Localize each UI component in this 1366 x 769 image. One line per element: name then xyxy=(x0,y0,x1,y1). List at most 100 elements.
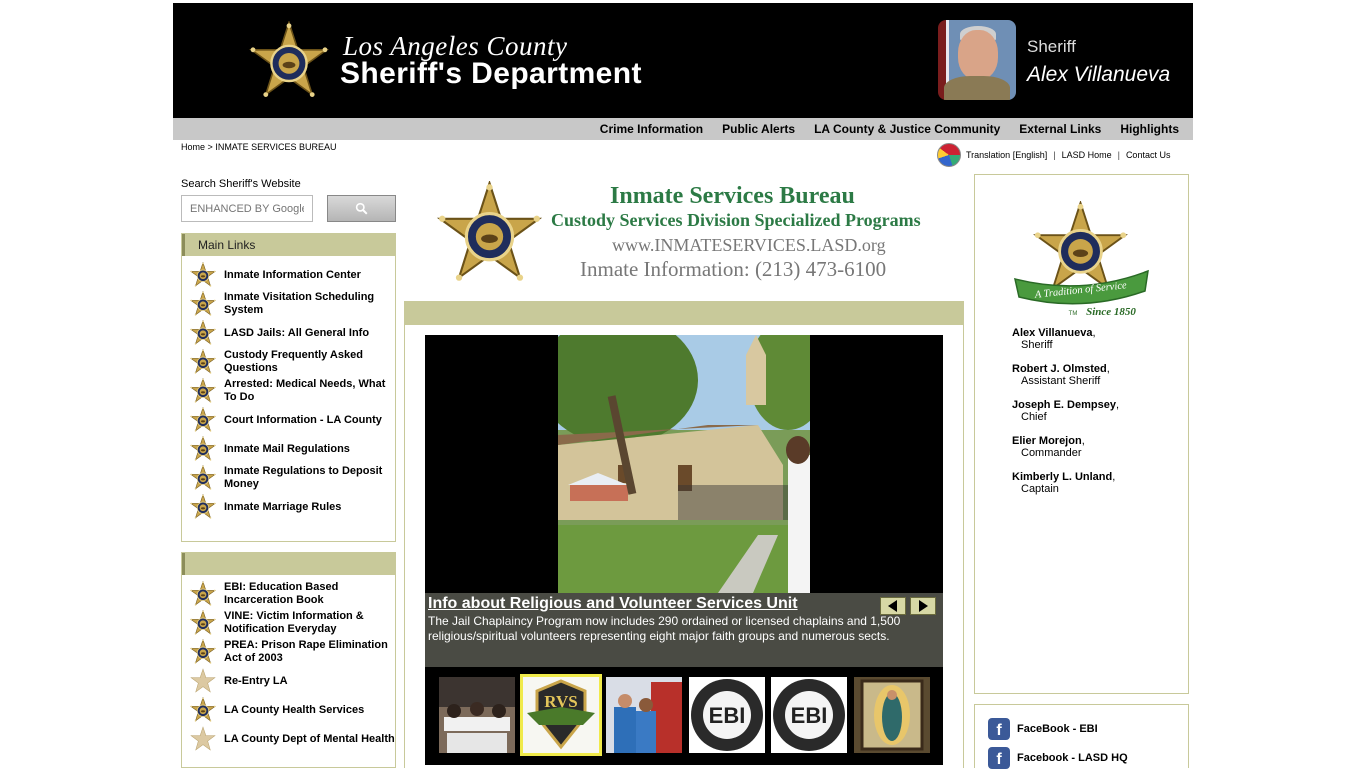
main-link-item[interactable]: LASD Jails: All General Info xyxy=(190,320,395,346)
more-links-box: EBI: Education Based Incarceration Book … xyxy=(181,552,396,768)
leader-entry: Kimberly L. Unland, Captain xyxy=(1012,471,1119,495)
main-link-label[interactable]: Custody Frequently Asked Questions xyxy=(224,349,395,375)
leader-title: Commander xyxy=(1021,447,1082,459)
slide-caption-title[interactable]: Info about Religious and Volunteer Servi… xyxy=(428,595,798,613)
slide-caption-text: The Jail Chaplaincy Program now includes… xyxy=(428,614,901,643)
more-link-label[interactable]: Re-Entry LA xyxy=(224,675,288,688)
main-link-label[interactable]: Inmate Mail Regulations xyxy=(224,443,350,456)
more-link-item[interactable]: Re-Entry LA xyxy=(190,668,395,694)
facebook-icon: f xyxy=(988,718,1010,740)
utility-separator: | xyxy=(1117,150,1120,160)
sheriff-name: Alex Villanueva xyxy=(1027,63,1171,86)
more-link-item[interactable]: PREA: Prison Rape Elimination Act of 200… xyxy=(190,639,395,665)
main-link-item[interactable]: Court Information - LA County xyxy=(190,407,395,433)
more-links-header xyxy=(182,553,395,575)
sheriff-badge-icon xyxy=(190,378,216,404)
main-link-item[interactable]: Custody Frequently Asked Questions xyxy=(190,349,395,375)
nav-public-alerts[interactable]: Public Alerts xyxy=(722,122,795,136)
slide-caption-panel: Info about Religious and Volunteer Servi… xyxy=(425,593,943,667)
inmate-services-star-icon xyxy=(437,175,542,292)
main-link-label[interactable]: Inmate Visitation Scheduling System xyxy=(224,291,395,317)
search-input[interactable] xyxy=(181,195,313,222)
main-link-label[interactable]: Inmate Regulations to Deposit Money xyxy=(224,465,395,491)
more-link-item[interactable]: LA County Dept of Mental Health xyxy=(190,726,395,752)
plain-star-icon xyxy=(190,668,216,694)
thumbnail-ebi-1[interactable]: EBI xyxy=(689,677,765,753)
main-link-label[interactable]: Inmate Information Center xyxy=(224,269,361,282)
thumbnail-inmates[interactable] xyxy=(606,677,682,753)
top-navigation: Crime Information Public Alerts LA Count… xyxy=(173,118,1193,140)
leader-name: Kimberly L. Unland xyxy=(1012,471,1113,483)
leader-title: Assistant Sheriff xyxy=(1021,375,1101,387)
arrow-left-icon xyxy=(888,600,897,612)
more-link-label[interactable]: EBI: Education Based Incarceration Book xyxy=(224,581,395,607)
next-slide-button[interactable] xyxy=(910,597,936,615)
more-link-label[interactable]: VINE: Victim Information & Notification … xyxy=(224,610,395,636)
nav-crime-information[interactable]: Crime Information xyxy=(600,122,703,136)
main-link-label[interactable]: LASD Jails: All General Info xyxy=(224,327,369,340)
main-link-label[interactable]: Arrested: Medical Needs, What To Do xyxy=(224,378,395,404)
thumbnail-classroom[interactable] xyxy=(439,677,515,753)
facebook-lasd-hq-link[interactable]: f Facebook - LASD HQ xyxy=(988,747,1128,769)
thumbnail-strip: RVS EBI EBI xyxy=(425,672,943,756)
thumbnail-ebi-2[interactable]: EBI xyxy=(771,677,847,753)
main-link-item[interactable]: Inmate Information Center xyxy=(190,262,395,288)
leader-entry: Alex Villanueva, Sheriff xyxy=(1012,327,1119,351)
more-link-label[interactable]: LA County Dept of Mental Health xyxy=(224,733,395,746)
more-link-label[interactable]: LA County Health Services xyxy=(224,704,364,717)
nav-external-links[interactable]: External Links xyxy=(1019,122,1101,136)
main-link-label[interactable]: Inmate Marriage Rules xyxy=(224,501,341,514)
previous-slide-button[interactable] xyxy=(880,597,906,615)
more-link-item[interactable]: VINE: Victim Information & Notification … xyxy=(190,610,395,636)
thumbnail-guadalupe[interactable] xyxy=(854,677,930,753)
sheriff-badge-icon xyxy=(190,291,216,317)
sheriff-badge-icon xyxy=(190,349,216,375)
facebook-icon: f xyxy=(988,747,1010,769)
search-label: Search Sheriff's Website xyxy=(181,178,301,190)
nav-highlights[interactable]: Highlights xyxy=(1120,122,1179,136)
facebook-ebi-link[interactable]: f FaceBook - EBI xyxy=(988,718,1098,740)
social-label[interactable]: FaceBook - EBI xyxy=(1017,723,1098,735)
social-label[interactable]: Facebook - LASD HQ xyxy=(1017,752,1128,764)
sheriff-star-logo-icon[interactable] xyxy=(249,15,329,107)
leader-name: Joseph E. Dempsey xyxy=(1012,399,1116,411)
breadcrumb: Home > INMATE SERVICES BUREAU xyxy=(181,142,337,152)
bureau-subtitle: Custody Services Division Specialized Pr… xyxy=(551,210,921,230)
rvs-badge-text: RVS xyxy=(544,692,577,711)
more-link-label[interactable]: PREA: Prison Rape Elimination Act of 200… xyxy=(224,639,395,665)
leader-title: Sheriff xyxy=(1021,339,1053,351)
thumbnail-rvs[interactable]: RVS xyxy=(520,674,602,756)
ebi-seal-icon: EBI xyxy=(771,677,847,753)
nav-la-county-justice-community[interactable]: LA County & Justice Community xyxy=(814,122,1000,136)
guadalupe-painting-icon xyxy=(854,677,930,753)
main-link-item[interactable]: Inmate Visitation Scheduling System xyxy=(190,291,395,317)
lasd-home-link[interactable]: LASD Home xyxy=(1062,150,1112,160)
main-link-item[interactable]: Inmate Marriage Rules xyxy=(190,494,395,520)
contact-us-link[interactable]: Contact Us xyxy=(1126,150,1171,160)
breadcrumb-separator: > xyxy=(207,142,213,152)
breadcrumb-home[interactable]: Home xyxy=(181,142,205,152)
translation-link[interactable]: Translation [English] xyxy=(966,150,1047,160)
leadership-box: A Tradition of Service Since 1850 TM Ale… xyxy=(974,174,1189,694)
main-link-item[interactable]: Inmate Regulations to Deposit Money xyxy=(190,465,395,491)
breadcrumb-current: INMATE SERVICES BUREAU xyxy=(215,142,337,152)
sheriff-badge-icon xyxy=(190,494,216,520)
main-link-item[interactable]: Arrested: Medical Needs, What To Do xyxy=(190,378,395,404)
main-link-label[interactable]: Court Information - LA County xyxy=(224,414,382,427)
main-links-box: Main Links Inmate Information Center Inm… xyxy=(181,233,396,542)
more-link-item[interactable]: LA County Health Services xyxy=(190,697,395,723)
search-button[interactable] xyxy=(327,195,396,222)
sheriff-label: Sheriff xyxy=(1027,37,1076,56)
sheriff-badge-icon xyxy=(190,465,216,491)
main-links-title: Main Links xyxy=(182,234,395,256)
sheriff-badge-icon xyxy=(190,639,216,665)
department-title: Sheriff's Department xyxy=(340,57,642,90)
globe-icon[interactable] xyxy=(937,143,961,167)
main-link-item[interactable]: Inmate Mail Regulations xyxy=(190,436,395,462)
sheriff-badge-icon xyxy=(190,436,216,462)
social-links-box: f FaceBook - EBI f Facebook - LASD HQ xyxy=(974,704,1189,769)
bureau-title: Inmate Services Bureau xyxy=(610,183,855,209)
sheriff-badge-icon xyxy=(190,581,216,607)
slide-photo[interactable] xyxy=(558,335,810,593)
more-link-item[interactable]: EBI: Education Based Incarceration Book xyxy=(190,581,395,607)
